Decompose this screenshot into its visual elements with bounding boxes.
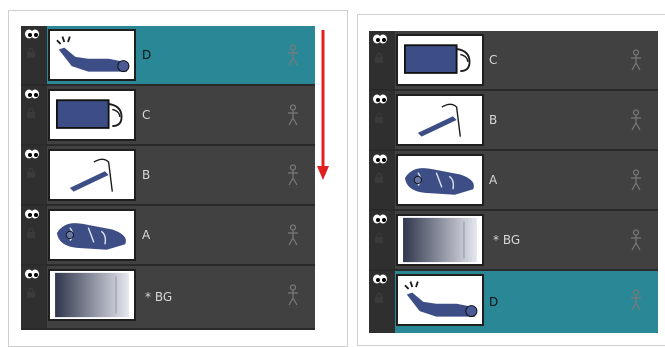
layer-thumbnail: [48, 149, 136, 201]
layer-row-b[interactable]: B: [21, 146, 315, 206]
layer-row-bg[interactable]: * BG: [21, 266, 315, 328]
eye-icon[interactable]: [372, 214, 388, 224]
person-icon[interactable]: [630, 109, 642, 131]
layer-thumbnail: [48, 29, 136, 81]
layer-row-d[interactable]: D: [369, 271, 658, 333]
gradient-background-icon: [55, 272, 129, 318]
layer-name: C: [489, 53, 498, 67]
person-icon[interactable]: [287, 164, 299, 186]
stroke-drawing-icon: [417, 103, 461, 137]
layer-name: D: [142, 48, 152, 62]
body-drawing-icon: [56, 223, 126, 250]
box-drawing-icon: [403, 44, 471, 74]
layer-name: A: [142, 228, 151, 242]
layer-gutter: [21, 206, 47, 264]
lock-icon[interactable]: [374, 233, 384, 243]
person-icon[interactable]: [630, 229, 642, 251]
layer-thumbnail: [396, 34, 484, 86]
layer-name: C: [142, 108, 151, 122]
lock-icon[interactable]: [26, 228, 36, 238]
layer-gutter: [369, 211, 395, 269]
layer-thumbnail: [396, 94, 484, 146]
lock-icon[interactable]: [26, 288, 36, 298]
eye-icon[interactable]: [24, 89, 40, 99]
eye-icon[interactable]: [24, 209, 40, 219]
layer-thumbnail: [396, 214, 484, 266]
person-icon[interactable]: [630, 169, 642, 191]
layer-name: B: [489, 113, 498, 127]
eye-icon[interactable]: [24, 149, 40, 159]
person-icon[interactable]: [630, 49, 642, 71]
layer-gutter: [369, 91, 395, 149]
layer-name: D: [489, 295, 499, 309]
lock-icon[interactable]: [374, 113, 384, 123]
lock-icon[interactable]: [26, 108, 36, 118]
arm-drawing-icon: [404, 281, 478, 318]
lock-icon[interactable]: [26, 48, 36, 58]
eye-icon[interactable]: [372, 34, 388, 44]
layer-gutter: [369, 31, 395, 89]
person-icon[interactable]: [287, 284, 299, 306]
layer-thumbnail: [48, 269, 136, 321]
lock-icon[interactable]: [374, 173, 384, 183]
gradient-background-icon: [403, 217, 477, 263]
person-icon[interactable]: [287, 44, 299, 66]
eye-icon[interactable]: [372, 94, 388, 104]
layer-row-a[interactable]: A: [21, 206, 315, 266]
person-icon[interactable]: [287, 104, 299, 126]
stroke-drawing-icon: [69, 158, 113, 192]
eye-icon[interactable]: [24, 269, 40, 279]
layer-name: B: [142, 168, 151, 182]
layer-row-bg[interactable]: * BG: [369, 211, 658, 271]
layer-gutter: [21, 146, 47, 204]
layer-row-c[interactable]: C: [369, 31, 658, 91]
lock-icon[interactable]: [26, 168, 36, 178]
layer-row-a[interactable]: A: [369, 151, 658, 211]
layer-row-b[interactable]: B: [369, 91, 658, 151]
down-arrow-icon: [317, 30, 329, 180]
layer-name: * BG: [145, 290, 173, 304]
person-icon[interactable]: [630, 289, 642, 311]
layer-thumbnail: [396, 274, 484, 326]
layer-name: * BG: [493, 233, 521, 247]
lock-icon[interactable]: [374, 293, 384, 303]
layer-gutter: [369, 271, 395, 333]
layer-name: A: [489, 173, 498, 187]
layer-row-d[interactable]: D: [21, 26, 315, 86]
layer-row-c[interactable]: C: [21, 86, 315, 146]
eye-icon[interactable]: [372, 274, 388, 284]
layer-thumbnail: [48, 209, 136, 261]
eye-icon[interactable]: [24, 29, 40, 39]
layer-thumbnail: [48, 89, 136, 141]
layer-gutter: [21, 26, 47, 84]
right-layer-panel: C B A * BG D: [369, 31, 658, 333]
body-drawing-icon: [404, 168, 474, 195]
layer-gutter: [21, 266, 47, 328]
lock-icon[interactable]: [374, 53, 384, 63]
box-drawing-icon: [56, 99, 123, 129]
left-layer-panel: D C B A * BG: [21, 26, 315, 330]
eye-icon[interactable]: [372, 154, 388, 164]
person-icon[interactable]: [287, 224, 299, 246]
layer-gutter: [369, 151, 395, 209]
layer-gutter: [21, 86, 47, 144]
layer-thumbnail: [396, 154, 484, 206]
arm-drawing-icon: [56, 36, 130, 73]
